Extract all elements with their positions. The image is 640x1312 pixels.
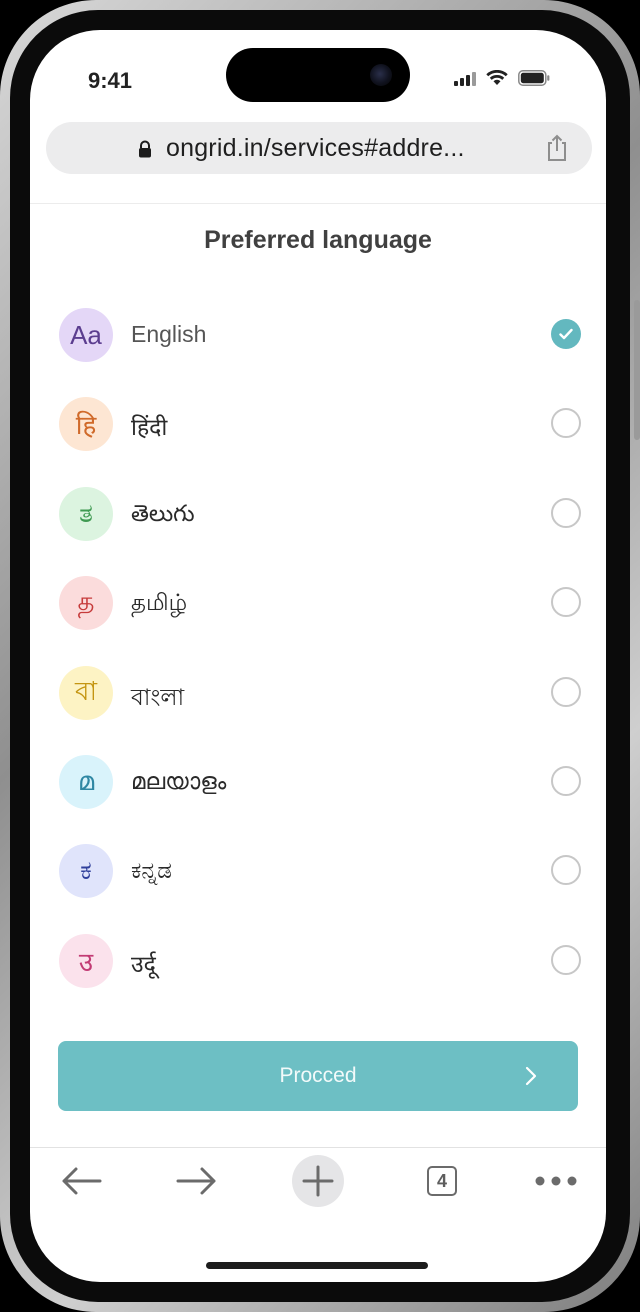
more-dots-icon	[535, 1176, 577, 1186]
language-option[interactable]: हि हिंदी	[30, 380, 606, 469]
forward-button[interactable]	[174, 1148, 220, 1214]
radio-unchecked[interactable]	[551, 587, 581, 618]
language-option[interactable]: उ उर्दू	[30, 917, 606, 1006]
more-button[interactable]	[534, 1148, 578, 1214]
language-avatar: বা	[59, 665, 113, 720]
language-avatar: हि	[59, 397, 113, 452]
battery-icon	[518, 70, 550, 86]
url-text: ongrid.in/services#addre...	[166, 134, 465, 162]
dynamic-island	[226, 48, 410, 102]
radio-unchecked[interactable]	[551, 855, 581, 886]
home-indicator	[206, 1262, 428, 1269]
language-label: తెలుగు	[131, 499, 195, 526]
radio-unchecked[interactable]	[551, 944, 581, 975]
arrow-left-icon	[62, 1167, 102, 1195]
language-option[interactable]: বা বাংলা	[30, 649, 606, 738]
language-avatar: த	[59, 576, 113, 631]
wifi-icon	[486, 70, 508, 85]
radio-unchecked[interactable]	[551, 676, 581, 707]
arrow-right-icon	[176, 1167, 216, 1195]
radio-unchecked[interactable]	[551, 497, 581, 528]
tab-count: 4	[427, 1166, 457, 1196]
proceed-label: Procced	[279, 1064, 357, 1087]
language-list: Aa English हि हिंदी ತ తెలుగు த தமிழ் বা বাংলা മ മലയ…	[30, 291, 606, 1006]
plus-icon	[302, 1165, 334, 1197]
language-avatar: ತ	[59, 486, 113, 541]
screen: 9:41 ongrid.in/services#addre... Preferr…	[30, 30, 606, 1282]
new-tab-button[interactable]	[292, 1148, 344, 1214]
browser-toolbar: 4	[30, 1148, 606, 1218]
language-avatar: Aa	[59, 308, 113, 362]
camera-icon	[370, 64, 392, 86]
language-avatar: उ	[59, 933, 113, 988]
radio-unchecked[interactable]	[551, 408, 581, 439]
chevron-right-icon	[525, 1066, 537, 1086]
share-icon[interactable]	[544, 134, 570, 162]
lock-icon	[139, 140, 151, 158]
language-label: हिंदी	[131, 414, 168, 441]
language-option[interactable]: മ മലയാളം	[30, 738, 606, 827]
new-tab-circle	[292, 1155, 344, 1207]
radio-unchecked[interactable]	[551, 765, 581, 796]
language-label: മലയാളം	[131, 767, 227, 794]
status-time: 9:41	[88, 68, 133, 93]
language-option[interactable]: த தமிழ்	[30, 559, 606, 648]
language-option[interactable]: ತ తెలుగు	[30, 470, 606, 559]
status-icons	[454, 70, 550, 86]
cellular-signal-icon	[454, 70, 476, 86]
language-label: বাংলা	[131, 683, 185, 710]
language-option[interactable]: Aa English	[30, 291, 606, 380]
tabs-button[interactable]: 4	[424, 1148, 460, 1214]
power-button	[634, 300, 640, 440]
language-label: ಕನ್ನಡ	[131, 857, 172, 884]
language-label: English	[131, 321, 207, 347]
language-label: தமிழ்	[131, 589, 188, 616]
language-label: उर्दू	[131, 950, 156, 977]
radio-checked[interactable]	[551, 319, 581, 349]
language-avatar: ಕ	[59, 844, 113, 899]
proceed-button[interactable]: Procced	[58, 1041, 578, 1111]
check-icon	[559, 328, 573, 340]
address-bar[interactable]: ongrid.in/services#addre...	[46, 122, 592, 174]
back-button[interactable]	[58, 1148, 104, 1214]
header-divider	[30, 203, 606, 204]
status-bar: 9:41	[30, 30, 606, 130]
language-avatar: മ	[59, 754, 113, 809]
page-title: Preferred language	[204, 226, 432, 254]
language-option[interactable]: ಕ ಕನ್ನಡ	[30, 827, 606, 916]
